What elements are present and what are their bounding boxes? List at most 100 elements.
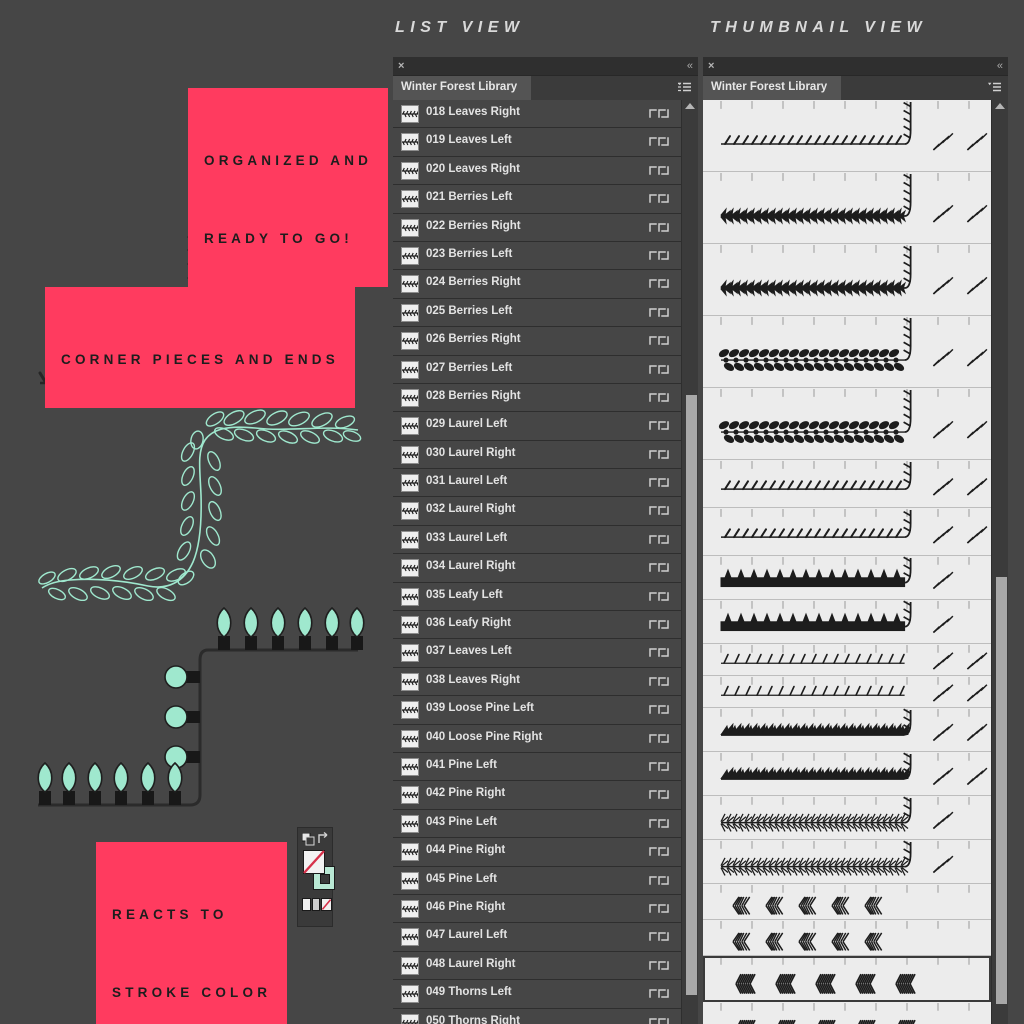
brush-list-item[interactable]: 050 Thorns Right (393, 1009, 681, 1024)
brush-thumbnail-row[interactable] (703, 708, 991, 752)
brush-list-item[interactable]: 042 Pine Right (393, 781, 681, 809)
panel-menu-icon[interactable] (988, 82, 1002, 94)
brush-list-item[interactable]: 027 Berries Left (393, 356, 681, 384)
close-icon[interactable]: × (708, 60, 714, 72)
brush-thumbnail-icon (401, 673, 419, 691)
corner-tile-icon (649, 505, 671, 517)
brush-thumbnail-row[interactable] (703, 556, 991, 600)
brush-list-item[interactable]: 034 Laurel Right (393, 554, 681, 582)
brush-list-item[interactable]: 023 Berries Left (393, 242, 681, 270)
brush-list-item[interactable]: 039 Loose Pine Left (393, 696, 681, 724)
corner-tile-icon (649, 165, 671, 177)
brush-list-item[interactable]: 036 Leafy Right (393, 611, 681, 639)
thumbnail-view-caption: THUMBNAIL VIEW (710, 19, 927, 37)
brush-list-item[interactable]: 040 Loose Pine Right (393, 725, 681, 753)
brush-thumbnail-row[interactable] (703, 840, 991, 884)
brush-thumbnail-row[interactable] (703, 600, 991, 644)
brush-list-item[interactable]: 035 Leafy Left (393, 583, 681, 611)
brush-thumbnail-row[interactable] (703, 884, 991, 920)
brush-list-item[interactable]: 019 Leaves Left (393, 128, 681, 156)
brush-list-item[interactable]: 048 Laurel Right (393, 952, 681, 980)
brush-list-item[interactable]: 045 Pine Left (393, 867, 681, 895)
thumb-scroll-thumb[interactable] (996, 577, 1007, 1004)
swap-fill-stroke-icon[interactable] (317, 832, 330, 845)
brush-thumbnail-row[interactable] (703, 752, 991, 796)
brush-thumbnail-icon (401, 559, 419, 577)
brush-list-item[interactable]: 044 Pine Right (393, 838, 681, 866)
default-fill-stroke-icon[interactable] (302, 833, 315, 846)
fill-stroke-swatch-widget[interactable] (297, 827, 333, 927)
swatch-mode-row (302, 898, 332, 912)
brush-thumbnail-row[interactable] (703, 172, 991, 244)
brush-list-item[interactable]: 026 Berries Right (393, 327, 681, 355)
thumb-scroll-track[interactable] (994, 114, 1006, 1022)
brush-thumbnail-row[interactable] (703, 244, 991, 316)
brush-list-item-label: 025 Berries Left (426, 305, 512, 317)
brush-thumbnail-row[interactable] (703, 508, 991, 556)
list-vertical-scrollbar[interactable] (681, 100, 698, 1024)
collapse-panel-icon[interactable]: « (997, 60, 1003, 72)
brush-thumbnail-row[interactable] (703, 316, 991, 388)
brush-thumbnail-row[interactable] (703, 388, 991, 460)
brush-thumbnail-icon (401, 900, 419, 918)
brush-list-item[interactable]: 038 Leaves Right (393, 668, 681, 696)
scroll-up-arrow-icon[interactable] (685, 103, 695, 109)
brush-list-item-label: 037 Leaves Left (426, 645, 512, 657)
brush-thumbnail-row[interactable] (703, 676, 991, 708)
corner-tile-icon (649, 562, 671, 574)
gradient-mode-icon[interactable] (312, 898, 320, 911)
brush-list[interactable]: 018 Leaves Right019 Leaves Left020 Leave… (393, 100, 681, 1024)
brush-list-item-label: 046 Pine Right (426, 901, 505, 913)
brush-list-item[interactable]: 020 Leaves Right (393, 157, 681, 185)
brush-list-item[interactable]: 049 Thorns Left (393, 980, 681, 1008)
brush-list-item[interactable]: 029 Laurel Left (393, 412, 681, 440)
brush-list-item-label: 029 Laurel Left (426, 418, 507, 430)
brush-list-item[interactable]: 025 Berries Left (393, 299, 681, 327)
brush-list-item[interactable]: 018 Leaves Right (393, 100, 681, 128)
panel-menu-icon[interactable] (678, 82, 692, 94)
brush-list-item-label: 048 Laurel Right (426, 958, 515, 970)
brush-list-item[interactable]: 037 Leaves Left (393, 639, 681, 667)
brush-list-item[interactable]: 024 Berries Right (393, 270, 681, 298)
brush-thumbnail-row[interactable] (703, 956, 991, 1002)
brush-list-item[interactable]: 046 Pine Right (393, 895, 681, 923)
corner-tile-icon (649, 903, 671, 915)
brush-list-item[interactable]: 031 Laurel Left (393, 469, 681, 497)
brush-thumbnail-row[interactable] (703, 100, 991, 172)
callout-corner-pieces: CORNER PIECES AND ENDS (45, 287, 355, 408)
brush-thumbnail-row[interactable] (703, 796, 991, 840)
brush-list-item[interactable]: 047 Laurel Left (393, 923, 681, 951)
brush-thumbnail-icon (401, 531, 419, 549)
brush-list-item[interactable]: 043 Pine Left (393, 810, 681, 838)
list-view-panel[interactable]: × « Winter Forest Library 018 Leaves Rig… (393, 57, 698, 1024)
color-mode-icon[interactable] (302, 898, 311, 911)
brush-list-item[interactable]: 028 Berries Right (393, 384, 681, 412)
list-scroll-track[interactable] (684, 114, 696, 1022)
none-mode-icon[interactable] (321, 898, 332, 911)
brush-list-item[interactable]: 041 Pine Left (393, 753, 681, 781)
thumbnail-view-panel[interactable]: × « Winter Forest Library (703, 57, 1008, 1024)
corner-tile-icon (649, 193, 671, 205)
brush-thumbnail-icon (401, 843, 419, 861)
brush-thumbnail-row[interactable] (703, 1002, 991, 1024)
tab-winter-forest-library[interactable]: Winter Forest Library (703, 76, 841, 100)
brush-list-item[interactable]: 021 Berries Left (393, 185, 681, 213)
fill-swatch[interactable] (303, 850, 325, 874)
tab-winter-forest-library[interactable]: Winter Forest Library (393, 76, 531, 100)
corner-tile-icon (649, 250, 671, 262)
collapse-panel-icon[interactable]: « (687, 60, 693, 72)
close-icon[interactable]: × (398, 60, 404, 72)
brush-list-item[interactable]: 033 Laurel Left (393, 526, 681, 554)
corner-tile-icon (649, 846, 671, 858)
brush-thumbnail-grid[interactable] (703, 100, 991, 1024)
brush-list-item[interactable]: 032 Laurel Right (393, 497, 681, 525)
brush-thumbnail-row[interactable] (703, 920, 991, 956)
list-scroll-thumb[interactable] (686, 395, 697, 994)
corner-tile-icon (649, 789, 671, 801)
scroll-up-arrow-icon[interactable] (995, 103, 1005, 109)
brush-list-item[interactable]: 022 Berries Right (393, 214, 681, 242)
brush-thumbnail-row[interactable] (703, 644, 991, 676)
brush-thumbnail-row[interactable] (703, 460, 991, 508)
brush-list-item[interactable]: 030 Laurel Right (393, 441, 681, 469)
thumb-vertical-scrollbar[interactable] (991, 100, 1008, 1024)
